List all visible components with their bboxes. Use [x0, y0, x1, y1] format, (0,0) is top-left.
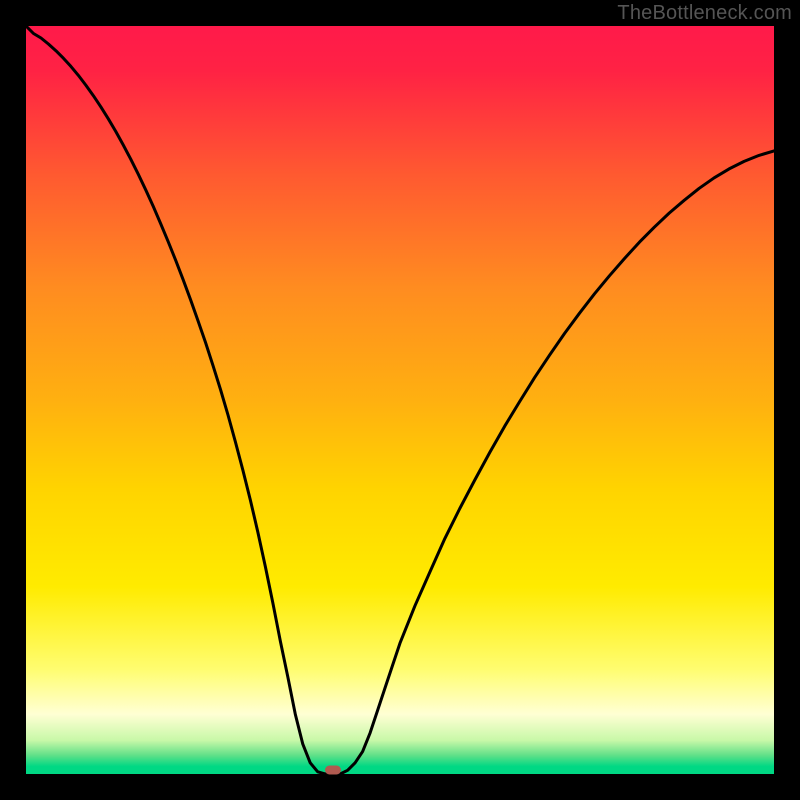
optimal-marker [325, 766, 341, 775]
bottleneck-curve [26, 26, 774, 774]
watermark-text: TheBottleneck.com [617, 2, 792, 25]
chart-frame [26, 26, 774, 774]
